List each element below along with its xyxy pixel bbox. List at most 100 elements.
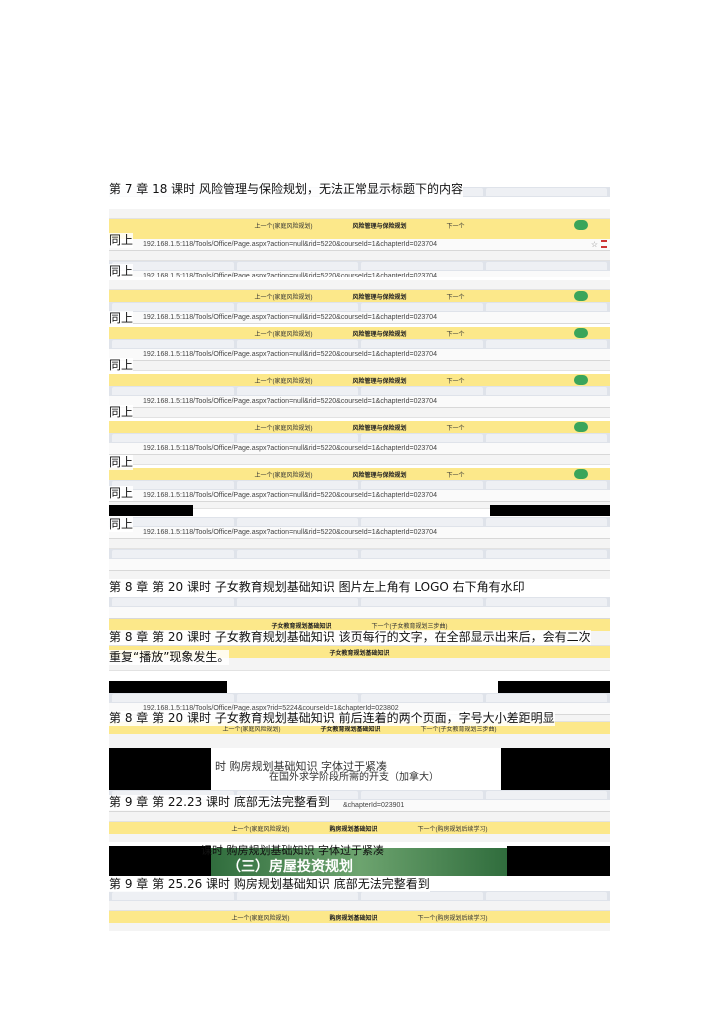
redaction-block [109,748,211,790]
bookmarks-bar [109,408,610,418]
slide-nav-bar [109,231,610,239]
speed-gauge-icon [574,375,588,385]
url-text: 192.168.1.5:118/Tools/Office/Page.aspx?a… [143,492,437,499]
caption-same: 同上 [109,486,134,501]
nav-title: 风险管理与保险规划 [352,378,407,385]
address-bar[interactable]: 192.168.1.5:118/Tools/Office/Page.aspx?a… [109,349,610,361]
caption-ch7: 第 7 章 18 课时 风险管理与保险规划，无法正常显示标题下的内容 [109,182,463,197]
browser-tabs [109,549,610,559]
next-link[interactable]: 下一个 [447,221,465,230]
browser-tabs [109,302,610,312]
slide-nav-bar: 上一个(家庭风险规划) 风险管理与保险规划 下一个 [109,290,610,302]
nav-title: 购房规划基础知识 [329,915,378,922]
next-link[interactable]: 下一个 [447,423,465,432]
screenshot-ch7-8: 192.168.1.5:118/Tools/Office/Page.aspx?a… [109,517,610,579]
redaction-block [507,846,610,876]
screenshot-ch7-2: 192.168.1.5:118/Tools/Office/Page.aspx?a… [109,231,610,277]
browser-tabs [109,433,610,443]
caption-ch9-house: 第 9 章 第 25.26 课时 购房规划基础知识 底部无法完整看到 [109,877,430,892]
caption-same: 同上 [109,405,134,420]
nav-title: 购房规划基础知识 [329,826,378,833]
speed-gauge-icon [574,291,588,301]
nav-title: 风险管理与保险规划 [352,331,407,338]
browser-tabs [109,339,610,349]
bookmarks-bar [109,251,610,261]
browser-tabs [109,480,610,490]
slide-nav-bar: 上一个(家庭风险规划) 风险管理与保险规划 下一个 [109,421,610,433]
speed-gauge-icon [574,422,588,432]
url-text: 192.168.1.5:118/Tools/Office/Page.aspx?a… [143,529,437,536]
prev-link[interactable]: 上一个(家庭风险规划) [231,913,289,922]
bookmarks-bar [109,209,610,219]
url-text: 192.168.1.5:118/Tools/Office/Page.aspx?a… [143,273,437,277]
next-link[interactable]: 下一个(购房规划后续学习) [418,824,488,833]
speed-gauge-icon [574,328,588,338]
speed-gauge-icon [574,220,588,230]
caption-ch8-repeat-cont: 重复“播放”现象发生。 [109,650,230,665]
prev-link[interactable]: 上一个(家庭风险规划) [254,470,312,479]
next-link[interactable]: 下一个(购房规划后续学习) [418,913,488,922]
address-bar[interactable]: 192.168.1.5:118/Tools/Office/Page.aspx?a… [109,527,610,539]
bookmarks-bar [109,571,610,579]
address-bar[interactable]: 192.168.1.5:118/Tools/Office/Page.aspx?a… [109,396,610,408]
slide-nav-bar: 上一个(家庭风险规划) 风险管理与保险规划 下一个 [109,327,610,339]
redaction-block [109,681,227,693]
caption-same: 同上 [109,455,134,470]
next-link[interactable]: 下一个(子女教育规划三步曲) [372,621,448,630]
slide-content: 时 购房规划基础知识 字体过于紧凑 在国外求学阶段所需的开支（加拿大） [109,748,610,790]
nav-title: 风险管理与保险规划 [352,472,407,479]
bookmarks-bar [109,361,610,371]
prev-link[interactable]: 上一个(家庭风险规划) [254,423,312,432]
address-bar[interactable] [109,607,610,619]
prev-link[interactable]: 上一个(家庭风险规划) [254,329,312,338]
browser-tabs [109,693,610,703]
url-text: 192.168.1.5:118/Tools/Office/Page.aspx?a… [143,314,437,321]
prev-link[interactable]: 上一个(家庭风险规划) [254,221,312,230]
slide-text: 在国外求学阶段所需的开支（加拿大） [269,772,439,783]
speed-gauge-icon [574,469,588,479]
slide-heading: （三）房屋投资规划 [227,859,353,875]
redaction-block [498,681,610,693]
nav-title: 风险管理与保险规划 [352,223,407,230]
slide-nav-bar: 上一个(家庭风险规划) 风险管理与保险规划 下一个 [109,219,610,231]
menu-icon[interactable] [601,240,607,248]
prev-link[interactable]: 上一个(家庭风险规划) [254,376,312,385]
star-icon[interactable]: ☆ [591,240,598,249]
address-bar[interactable]: 192.168.1.5:118/Tools/Office/Page.aspx?a… [109,443,610,455]
browser-tabs [109,386,610,396]
next-link[interactable]: 下一个 [447,292,465,301]
slide-nav-bar: 上一个(家庭风险规划) 购房规划基础知识 下一个(购房规划后续学习) [109,822,610,834]
browser-tabs [109,597,610,607]
bookmarks-bar [109,539,610,549]
caption-ch8-logo: 第 8 章 第 20 课时 子女教育规划基础知识 图片左上角有 LOGO 右下角… [109,580,525,595]
prev-link[interactable]: 上一个(家庭风险规划) [231,824,289,833]
address-bar[interactable] [109,559,610,571]
caption-same: 同上 [109,264,134,279]
caption-same: 同上 [109,358,134,373]
screenshot-ch7-4: 上一个(家庭风险规划) 风险管理与保险规划 下一个 192.168.1.5:11… [109,327,610,373]
slide-nav-bar: 上一个(家庭风险规划) 风险管理与保险规划 下一个 [109,468,610,480]
caption-same: 同上 [109,311,134,326]
url-text: 192.168.1.5:118/Tools/Office/Page.aspx?a… [143,241,437,248]
next-link[interactable]: 下一个 [447,470,465,479]
next-link[interactable]: 下一个 [447,329,465,338]
caption-same: 同上 [109,233,134,248]
bookmarks-bar [109,901,610,911]
browser-tabs [109,891,610,901]
address-bar[interactable]: 192.168.1.5:118/Tools/Office/Page.aspx?a… [109,271,610,277]
nav-title: 风险管理与保险规划 [352,294,407,301]
slide-nav-bar: 上一个(家庭风险规划) 风险管理与保险规划 下一个 [109,374,610,386]
address-bar[interactable]: 192.168.1.5:118/Tools/Office/Page.aspx?a… [109,490,610,502]
caption-same: 同上 [109,517,134,532]
address-bar[interactable]: 192.168.1.5:118/Tools/Office/Page.aspx?a… [109,312,610,324]
prev-link[interactable]: 上一个(家庭风险规划) [254,292,312,301]
caption-ch8-repeat: 第 8 章 第 20 课时 子女教育规划基础知识 该页每行的文字，在全部显示出来… [109,630,591,645]
slide-nav-bar: 上一个(家庭风险规划) 购房规划基础知识 下一个(购房规划后续学习) [109,911,610,923]
redaction-block [501,748,610,790]
screenshot-ch7-5: 上一个(家庭风险规划) 风险管理与保险规划 下一个 192.168.1.5:11… [109,374,610,420]
screenshot-ch7-3: 上一个(家庭风险规划) 风险管理与保险规划 下一个 192.168.1.5:11… [109,280,610,326]
caption-ch8-fontsize: 第 8 章 第 20 课时 子女教育规划基础知识 前后连着的两个页面，字号大小差… [109,711,555,726]
bookmarks-bar [109,923,610,931]
address-bar[interactable]: 192.168.1.5:118/Tools/Office/Page.aspx?a… [109,239,610,251]
next-link[interactable]: 下一个 [447,376,465,385]
